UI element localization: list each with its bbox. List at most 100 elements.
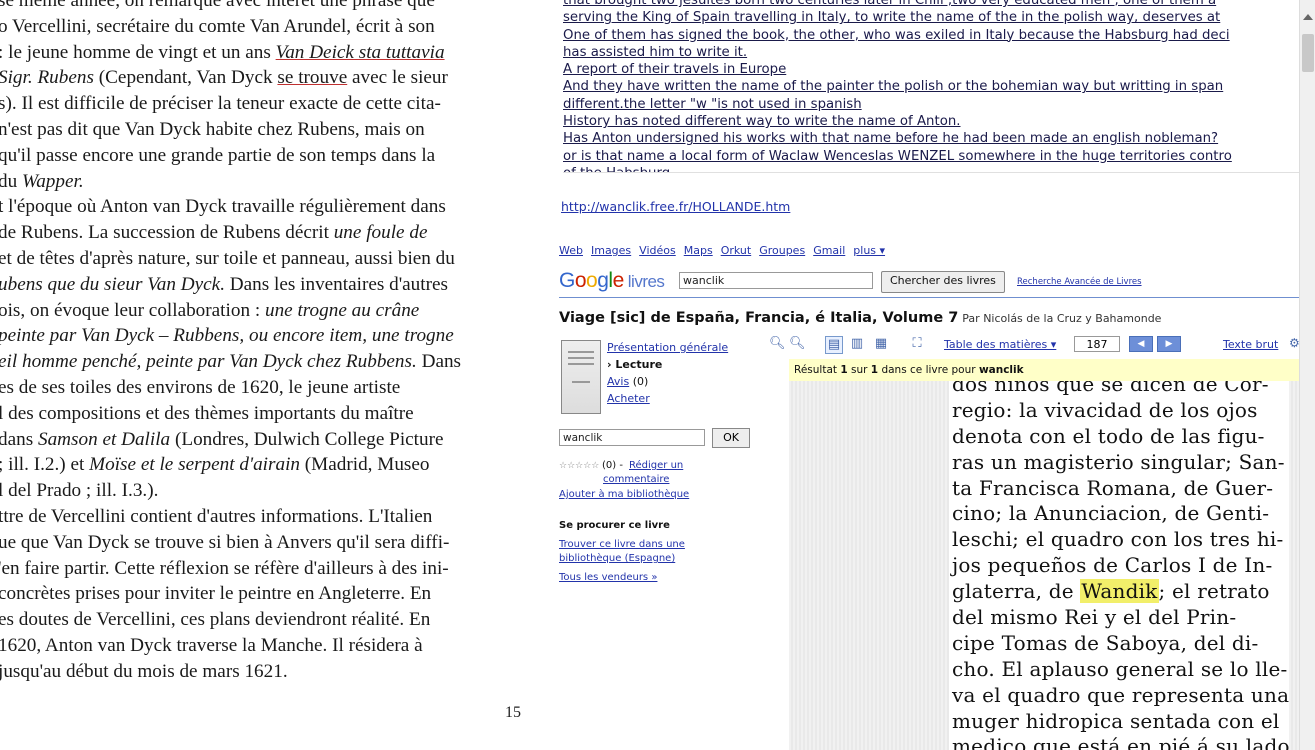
book-cover-thumbnail[interactable] xyxy=(561,340,601,414)
forum-line: A report of their travels in Europe xyxy=(563,62,787,78)
italic-text: une foule de xyxy=(333,222,428,244)
search-books-button[interactable]: Chercher des livres xyxy=(881,271,1005,293)
forum-line: different.the letter "w "is not used in … xyxy=(563,96,862,112)
fullscreen-icon[interactable]: ⛶ xyxy=(909,336,925,352)
forum-line: of the Habsburg ... xyxy=(563,165,1299,172)
scan-line: leschi; el quadro con los tres hi- xyxy=(952,527,1284,552)
reviews-row: Avis (0) xyxy=(607,375,648,388)
book-line: peinte par Van Dyck – Rubbens, ou encore… xyxy=(0,323,508,349)
in-book-search-input[interactable]: wanclik xyxy=(559,429,705,446)
italic-text: peinte par Van Dyck – Rubbens, ou encore… xyxy=(0,325,454,347)
book-line: l des compositions et des thèmes importa… xyxy=(0,402,414,424)
logo-suffix: livres xyxy=(627,272,665,291)
top-nav-link[interactable]: Groupes xyxy=(759,244,805,257)
italic-text: ubens que du sieur Van Dyck. xyxy=(0,273,225,295)
scroll-up-icon[interactable] xyxy=(1303,14,1313,20)
google-books-logo[interactable]: Google livres xyxy=(559,269,665,293)
book-line: eil homme penché, peinte par Van Dyck ch… xyxy=(0,351,462,373)
book-line: jusqu'au début du mois de mars 1621. xyxy=(0,660,288,682)
write-review-link-2[interactable]: commentaire xyxy=(603,474,669,485)
scan-line: denota con el todo de las figu- xyxy=(952,423,1265,448)
overview-link[interactable]: Présentation générale xyxy=(607,341,728,354)
next-page-button[interactable]: ▶ xyxy=(1157,336,1181,352)
top-nav-link[interactable]: Gmail xyxy=(813,244,845,257)
buy-link[interactable]: Acheter xyxy=(607,392,650,405)
write-review-link[interactable]: Rédiger un xyxy=(629,460,683,471)
find-library-link[interactable]: Trouver ce livre dans une xyxy=(559,539,685,550)
two-page-icon[interactable]: ▥ xyxy=(849,336,865,352)
top-nav-link[interactable]: Web xyxy=(559,244,583,257)
forum-line: serving the King of Spain travelling in … xyxy=(563,10,1221,26)
top-nav-link[interactable]: Maps xyxy=(684,244,713,257)
scroll-thumb[interactable] xyxy=(1302,34,1314,72)
book-viewer[interactable]: dos niños que se dicen de Cor-regio: la … xyxy=(789,381,1299,750)
header-divider xyxy=(559,297,1299,298)
scan-line: dos niños que se dicen de Cor- xyxy=(952,381,1269,396)
italic-text: une trogne au crâne xyxy=(264,299,420,321)
book-line: Sigr. Rubens (Cependant, Van Dyck se tro… xyxy=(0,67,448,89)
book-line: dans Samson et Dalila (Londres, Dulwich … xyxy=(0,428,444,450)
book-line: 1620, Anton van Dyck traverse la Manche.… xyxy=(0,634,423,656)
book-search-input[interactable]: wanclik xyxy=(679,272,873,289)
italic-text: eil homme penché, peinte par Van Dyck ch… xyxy=(0,351,417,373)
scan-line: cho. El aplauso general se lo lle- xyxy=(952,656,1288,681)
book-line: ois, on évoque leur collaboration : une … xyxy=(0,299,420,321)
advanced-search-link[interactable]: Recherche Avancée de Livres xyxy=(1017,277,1142,287)
prev-page-button[interactable]: ◀ xyxy=(1129,336,1153,352)
book-author: Par Nicolás de la Cruz y Bahamonde xyxy=(962,312,1162,325)
book-line: s). Il est difficile de préciser la tene… xyxy=(0,93,441,115)
scan-line: cino; la Anunciacion, de Genti- xyxy=(952,501,1270,526)
italic-text: se trouve xyxy=(277,67,348,89)
book-line: ue que Van Dyck se trouve si bien à Anve… xyxy=(0,531,450,553)
book-title: Viage [sic] de España, Francia, é Italia… xyxy=(559,310,1162,326)
book-line: o Vercellini, secrétaire du comte Van Ar… xyxy=(0,15,435,37)
table-of-contents-dropdown[interactable]: Table des matières ▾ xyxy=(944,338,1056,351)
italic-text: Sigr. Rubens xyxy=(0,67,94,89)
find-library-link-2[interactable]: bibliothèque (Espagne) xyxy=(559,553,675,564)
book-line: ; ill. I.2.) et Moïse et le serpent d'ai… xyxy=(0,454,430,476)
forum-line: has assisted him to write it. xyxy=(563,44,748,60)
scan-line: cipe Tomas de Saboya, del di- xyxy=(952,630,1259,655)
book-line: : le jeune homme de vingt et un ans Van … xyxy=(0,41,445,63)
reading-link[interactable]: › Lecture xyxy=(607,358,662,371)
page-scrollbar[interactable] xyxy=(1299,0,1315,750)
single-page-icon[interactable]: ▤ xyxy=(825,336,843,354)
top-nav-link[interactable]: Orkut xyxy=(721,244,752,257)
zoom-in-icon[interactable]: 🔍︎ xyxy=(789,336,806,352)
scan-line: muger hidropica sentada con el xyxy=(952,708,1280,733)
book-line: es de ses toiles des environs de 1620, l… xyxy=(0,376,401,398)
scan-line: va el quadro que representa una xyxy=(952,682,1289,707)
forum-post-area: that brought two jesuites born two centu… xyxy=(533,0,1315,750)
forum-line: Has Anton undersigned his works with tha… xyxy=(563,131,1219,147)
all-sellers-link[interactable]: Tous les vendeurs » xyxy=(559,572,657,583)
zoom-out-icon[interactable]: 🔍︎ xyxy=(769,336,786,352)
top-nav-link[interactable]: plus ▾ xyxy=(853,244,885,257)
book-line: l del Prado ; ill. I.3.). xyxy=(0,480,159,502)
book-line: n'est pas dit que Van Dyck habite chez R… xyxy=(0,118,425,140)
top-nav-link[interactable]: Vidéos xyxy=(639,244,676,257)
italic-text: Moïse et le serpent d'airain xyxy=(89,454,300,476)
page-number-input[interactable]: 187 xyxy=(1074,336,1120,352)
settings-icon[interactable]: ⚙ xyxy=(1289,336,1300,350)
in-book-search-ok-button[interactable]: OK xyxy=(712,428,750,448)
viewer-toolbar: 🔍︎ 🔍︎ ▤ ▥ ▦ ⛶ Table des matières ▾ 187 ◀… xyxy=(769,334,1300,356)
book-line: es doutes de Vercellini, ces plans devie… xyxy=(0,609,431,631)
reviews-link[interactable]: Avis xyxy=(607,375,629,388)
scan-line: del mismo Rei y el del Prin- xyxy=(952,605,1237,630)
plain-text-link[interactable]: Texte brut xyxy=(1223,338,1278,351)
search-result-bar: Résultat 1 sur 1 dans ce livre pour wanc… xyxy=(789,359,1299,381)
top-nav-link[interactable]: Images xyxy=(591,244,631,257)
search-highlight: Wandik xyxy=(1080,579,1159,604)
forum-line: And they have written the name of the pa… xyxy=(563,79,1224,95)
scan-line: ras un magisterio singular; San- xyxy=(952,449,1285,474)
scan-line: jos pequeños de Carlos I de In- xyxy=(952,553,1273,578)
thumbnails-icon[interactable]: ▦ xyxy=(873,336,889,352)
book-line: se même année, on remarque avec intérêt … xyxy=(0,0,435,11)
book-line: ttre de Vercellini contient d'autres inf… xyxy=(0,505,433,527)
add-library-link[interactable]: Ajouter à ma bibliothèque xyxy=(559,489,689,500)
book-line: de Rubens. La succession de Rubens décri… xyxy=(0,222,428,244)
scan-line: ta Francisca Romana, de Guer- xyxy=(952,475,1274,500)
book-line: et de têtes d'après nature, sur toile et… xyxy=(0,247,455,269)
reference-link[interactable]: http://wanclik.free.fr/HOLLANDE.htm xyxy=(561,199,790,214)
forum-line: or is that name a local form of Waclaw W… xyxy=(563,148,1232,164)
